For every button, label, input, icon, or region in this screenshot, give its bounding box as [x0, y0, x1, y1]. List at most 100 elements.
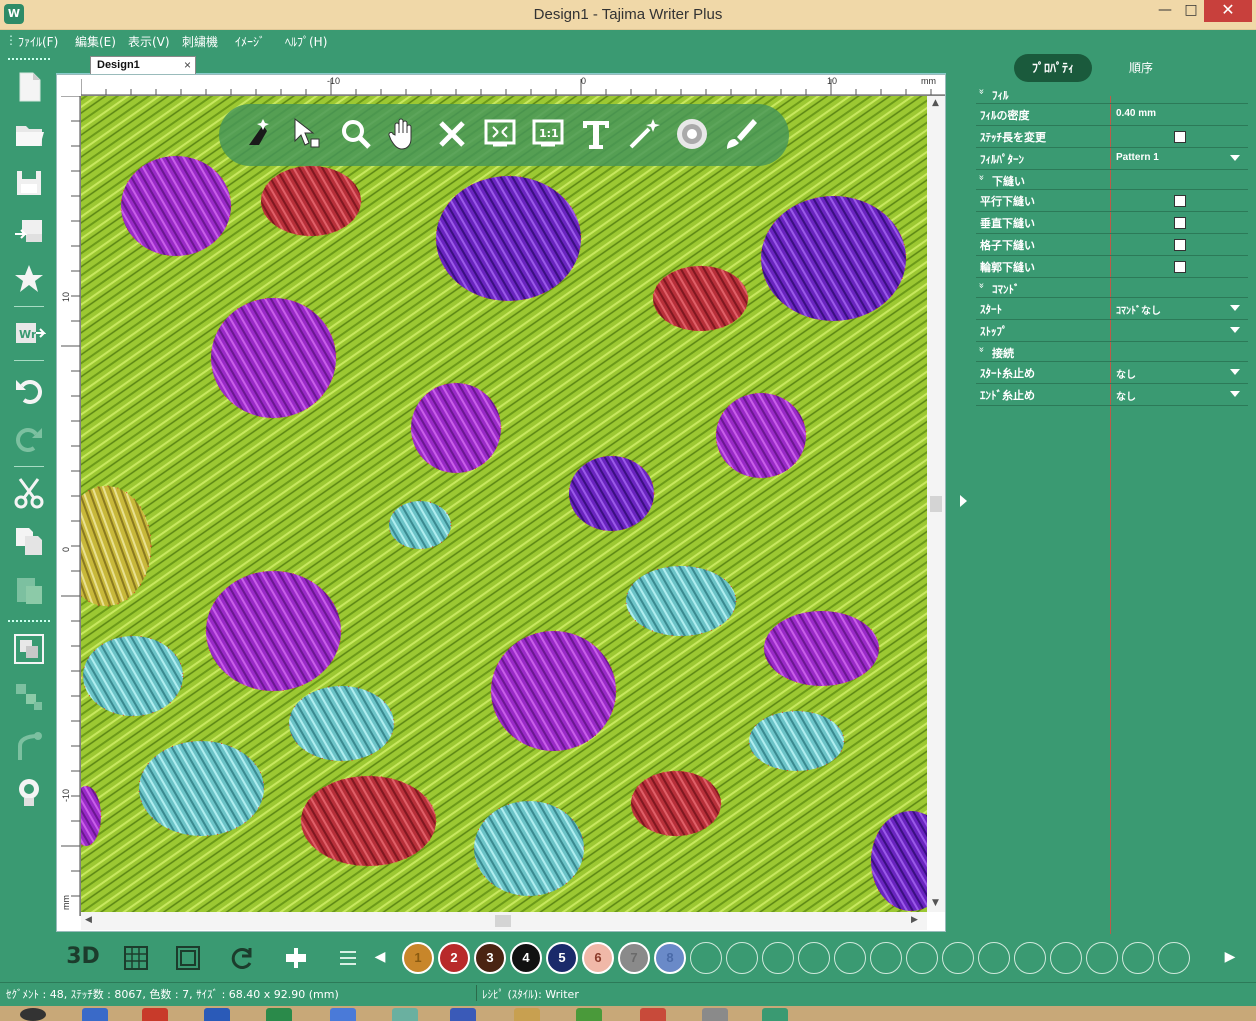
dropdown-arrow-icon[interactable] — [1230, 327, 1240, 333]
select-nodes-icon[interactable] — [289, 115, 327, 153]
color-next-arrow[interactable]: ▶ — [1222, 944, 1238, 972]
embroidery-segment[interactable] — [652, 265, 749, 332]
empty-color-slot[interactable] — [870, 942, 902, 974]
embroidery-segment[interactable] — [388, 500, 452, 550]
menu-help[interactable]: ﾍﾙﾌﾟ(H) — [285, 33, 327, 50]
property-dropdown-value[interactable]: なし — [1116, 388, 1136, 403]
menu-edit[interactable]: 編集(E) — [75, 33, 116, 50]
delete-icon[interactable] — [433, 115, 471, 153]
rotate-icon[interactable] — [228, 944, 256, 972]
empty-color-slot[interactable] — [690, 942, 722, 974]
embroidery-segment[interactable] — [205, 570, 342, 692]
menu-file[interactable]: ﾌｧｲﾙ(F) — [18, 33, 58, 50]
taskbar-app-icon[interactable] — [640, 1008, 666, 1021]
property-checkbox[interactable] — [1174, 195, 1186, 207]
close-button[interactable]: ✕ — [1204, 0, 1252, 22]
embroidery-segment[interactable] — [763, 610, 880, 687]
fit-to-window-icon[interactable] — [481, 115, 519, 153]
tab-design1[interactable]: Design1 × — [90, 56, 196, 74]
zoom-icon[interactable] — [337, 115, 375, 153]
panel-collapse-arrow-icon[interactable] — [960, 495, 967, 507]
thread-color-swatch[interactable]: 7 — [618, 942, 650, 974]
taskbar-app-icon[interactable] — [82, 1008, 108, 1021]
embroidery-segment[interactable] — [625, 565, 737, 637]
collapse-chevron-icon[interactable]: » — [976, 282, 987, 288]
section-header[interactable]: » ｺﾏﾝﾄﾞ — [976, 278, 1248, 298]
writer-export-icon[interactable]: Wr — [12, 316, 47, 350]
hoop-icon[interactable] — [174, 944, 202, 972]
taskbar-app-icon[interactable] — [514, 1008, 540, 1021]
idea-bulb-icon[interactable] — [12, 776, 46, 810]
taskbar-app-icon[interactable] — [266, 1008, 292, 1021]
pan-hand-icon[interactable] — [385, 115, 423, 153]
design-canvas[interactable]: 1:1 — [81, 96, 927, 912]
dropdown-arrow-icon[interactable] — [1230, 155, 1240, 161]
taskbar-app-icon[interactable] — [392, 1008, 418, 1021]
embroidery-segment[interactable] — [473, 800, 585, 897]
taskbar-app-icon[interactable] — [204, 1008, 230, 1021]
empty-color-slot[interactable] — [942, 942, 974, 974]
property-checkbox[interactable] — [1174, 261, 1186, 273]
embroidery-segment[interactable] — [120, 155, 232, 257]
scroll-down-arrow[interactable]: ▼ — [932, 898, 939, 908]
embroidery-segment[interactable] — [300, 775, 437, 867]
send-to-machine-icon[interactable] — [12, 214, 46, 248]
taskbar-app-icon[interactable] — [702, 1008, 728, 1021]
embroidery-segment[interactable] — [630, 770, 722, 837]
undo-icon[interactable] — [12, 374, 46, 408]
embroidery-segment[interactable] — [410, 382, 502, 474]
embroidery-segment[interactable] — [760, 195, 907, 322]
horizontal-scrollbar[interactable]: ◀ ▶ — [81, 912, 927, 930]
brush-icon[interactable] — [721, 115, 759, 153]
property-value[interactable]: 0.40 mm — [1116, 108, 1156, 119]
embroidery-segment[interactable] — [260, 165, 362, 237]
vertical-scrollbar[interactable]: ▲ ▼ — [927, 96, 945, 912]
menu-machine[interactable]: 刺繍機 — [182, 33, 218, 50]
empty-color-slot[interactable] — [906, 942, 938, 974]
dropdown-arrow-icon[interactable] — [1230, 391, 1240, 397]
section-header[interactable]: » 下縫い — [976, 170, 1248, 190]
grid-icon[interactable] — [122, 944, 150, 972]
taskbar-app-icon[interactable] — [450, 1008, 476, 1021]
actual-size-icon[interactable]: 1:1 — [529, 115, 567, 153]
save-icon[interactable] — [12, 166, 46, 200]
empty-color-slot[interactable] — [798, 942, 830, 974]
property-checkbox[interactable] — [1174, 217, 1186, 229]
thread-color-swatch[interactable]: 1 — [402, 942, 434, 974]
taskbar-app-icon[interactable] — [142, 1008, 168, 1021]
section-header[interactable]: » 接続 — [976, 342, 1248, 362]
cut-icon[interactable] — [12, 476, 46, 510]
dropdown-arrow-icon[interactable] — [1230, 305, 1240, 311]
menu-view[interactable]: 表示(V) — [128, 33, 170, 50]
color-prev-arrow[interactable]: ◀ — [372, 944, 388, 972]
empty-color-slot[interactable] — [978, 942, 1010, 974]
embroidery-segment[interactable] — [748, 710, 845, 772]
dropdown-arrow-icon[interactable] — [1230, 369, 1240, 375]
tab-close-button[interactable]: × — [184, 58, 191, 72]
stitch-simulator-icon[interactable] — [673, 115, 711, 153]
property-checkbox[interactable] — [1174, 239, 1186, 251]
vertical-scroll-thumb[interactable] — [930, 496, 942, 512]
embroidery-segment[interactable] — [568, 455, 655, 532]
list-icon[interactable] — [334, 944, 362, 972]
tab-order[interactable]: 順序 — [1116, 54, 1166, 82]
empty-color-slot[interactable] — [1014, 942, 1046, 974]
embroidery-segment[interactable] — [138, 740, 265, 837]
property-dropdown-value[interactable]: なし — [1116, 366, 1136, 381]
taskbar-app-icon[interactable] — [762, 1008, 788, 1021]
empty-color-slot[interactable] — [726, 942, 758, 974]
embroidery-segment[interactable] — [210, 297, 337, 419]
empty-color-slot[interactable] — [1122, 942, 1154, 974]
scroll-right-arrow[interactable]: ▶ — [911, 915, 918, 925]
thread-color-swatch[interactable]: 5 — [546, 942, 578, 974]
star-shape-icon[interactable] — [12, 262, 46, 296]
group-icon[interactable] — [12, 632, 46, 666]
maximize-button[interactable]: □ — [1176, 0, 1206, 22]
menu-image[interactable]: ｲﾒｰｼﾞ — [235, 33, 265, 50]
embroidery-segment[interactable] — [490, 630, 617, 752]
collapse-chevron-icon[interactable]: » — [976, 346, 987, 352]
open-folder-icon[interactable] — [12, 118, 46, 152]
empty-color-slot[interactable] — [1086, 942, 1118, 974]
embroidery-segment[interactable] — [82, 635, 184, 717]
empty-color-slot[interactable] — [1050, 942, 1082, 974]
